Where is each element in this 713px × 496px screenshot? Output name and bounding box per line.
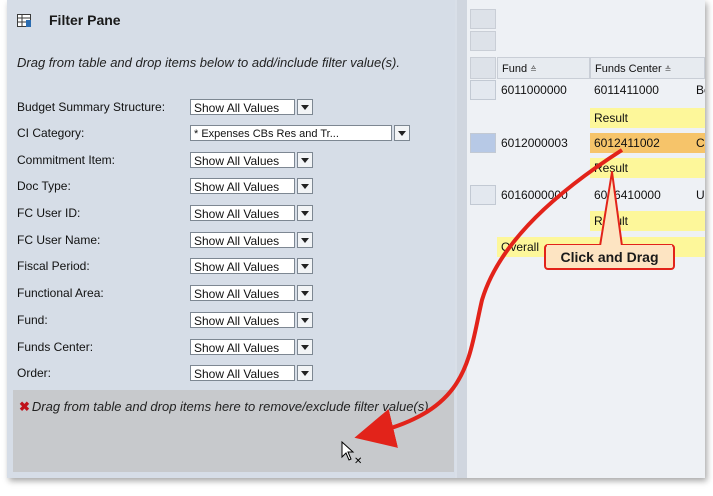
sort-icon[interactable]: ≙ xyxy=(665,65,672,74)
filter-dropdown-fc-user-name[interactable]: Show All Values xyxy=(190,232,313,248)
filter-dropdown-fiscal-period[interactable]: Show All Values xyxy=(190,258,313,274)
chevron-down-icon[interactable] xyxy=(297,365,313,381)
filter-row: Functional Area: Show All Values xyxy=(17,284,313,302)
chevron-down-icon[interactable] xyxy=(297,232,313,248)
chevron-down-icon[interactable] xyxy=(297,285,313,301)
results-table: Fund ≙ Funds Center ≙ 6011000000 6011411000… xyxy=(457,0,705,478)
filter-dropdown-doc-type[interactable]: Show All Values xyxy=(190,178,313,194)
filter-pane-title: Filter Pane xyxy=(49,12,121,28)
row-selector[interactable] xyxy=(470,185,496,205)
filter-label-fund: Fund: xyxy=(17,313,48,327)
column-header-fund-label: Fund xyxy=(502,63,528,75)
chevron-down-icon[interactable] xyxy=(297,339,313,355)
remove-filter-instruction: Drag from table and drop items here to r… xyxy=(31,399,433,414)
filter-dropdown-value[interactable]: Show All Values xyxy=(190,99,295,115)
filter-row: Commitment Item: Show All Values xyxy=(17,151,313,169)
chevron-down-icon[interactable] xyxy=(394,125,410,141)
cell-next-column[interactable]: Bo xyxy=(692,80,705,100)
pane-splitter[interactable] xyxy=(457,0,467,478)
svg-text:✕: ✕ xyxy=(354,456,362,466)
cell-next-column[interactable]: Co xyxy=(692,133,705,153)
cell-result[interactable]: Result xyxy=(590,158,705,178)
filter-dropdown-value[interactable]: Show All Values xyxy=(190,232,295,248)
filter-pane: Filter Pane Drag from table and drop ite… xyxy=(7,0,455,478)
filter-label-funds-center: Funds Center: xyxy=(17,340,94,354)
filter-dropdown-fund[interactable]: Show All Values xyxy=(190,312,313,328)
chevron-down-icon[interactable] xyxy=(297,205,313,221)
filter-label-budget-summary-structure: Budget Summary Structure: xyxy=(17,100,166,114)
click-and-drag-callout: Click and Drag xyxy=(544,244,675,270)
cell-result[interactable]: Result xyxy=(590,108,705,128)
filter-dropdown-value[interactable]: * Expenses CBs Res and Tr... xyxy=(190,125,392,141)
filter-row: FC User ID: Show All Values xyxy=(17,204,313,222)
drag-cursor-icon: ✕ xyxy=(340,440,366,471)
remove-filter-instruction-block: ✖ Drag from table and drop items here to … xyxy=(19,398,439,415)
filter-pane-header: Filter Pane xyxy=(17,12,121,28)
filter-dropdown-value[interactable]: Show All Values xyxy=(190,312,295,328)
header-stub xyxy=(470,31,496,51)
cell-result[interactable]: Result xyxy=(590,211,705,231)
chevron-down-icon[interactable] xyxy=(297,152,313,168)
filter-row: Order: Show All Values xyxy=(17,364,313,382)
filter-dropdown-value[interactable]: Show All Values xyxy=(190,339,295,355)
chevron-down-icon[interactable] xyxy=(297,312,313,328)
header-stub xyxy=(470,57,496,79)
chevron-down-icon[interactable] xyxy=(297,99,313,115)
filter-label-fiscal-period: Fiscal Period: xyxy=(17,259,90,273)
chevron-down-icon[interactable] xyxy=(297,258,313,274)
filter-pane-icon xyxy=(17,13,31,27)
filter-row: Fund: Show All Values xyxy=(17,311,313,329)
filter-dropdown-value[interactable]: Show All Values xyxy=(190,258,295,274)
filter-dropdown-value[interactable]: Show All Values xyxy=(190,285,295,301)
filter-row: Fiscal Period: Show All Values xyxy=(17,257,313,275)
filter-label-commitment-item: Commitment Item: xyxy=(17,153,116,167)
row-selector[interactable] xyxy=(470,133,496,153)
add-filter-instruction: Drag from table and drop items below to … xyxy=(17,55,400,70)
cell-fund[interactable]: 6011000000 xyxy=(497,80,590,100)
header-stub xyxy=(470,9,496,29)
remove-x-icon: ✖ xyxy=(19,399,30,414)
filter-dropdown-order[interactable]: Show All Values xyxy=(190,365,313,381)
row-selector[interactable] xyxy=(470,80,496,100)
filter-dropdown-fc-user-id[interactable]: Show All Values xyxy=(190,205,313,221)
filter-label-doc-type: Doc Type: xyxy=(17,179,71,193)
filter-row: Doc Type: Show All Values xyxy=(17,177,313,195)
cell-funds-center[interactable]: 6011411000 xyxy=(590,80,692,100)
filter-label-order: Order: xyxy=(17,366,52,380)
filter-label-functional-area: Functional Area: xyxy=(17,286,104,300)
filter-label-ci-category: CI Category: xyxy=(17,126,85,140)
filter-label-fc-user-id: FC User ID: xyxy=(17,206,81,220)
column-header-funds-center[interactable]: Funds Center ≙ xyxy=(590,57,705,79)
filter-dropdown-value[interactable]: Show All Values xyxy=(190,152,295,168)
chevron-down-icon[interactable] xyxy=(297,178,313,194)
cell-fund[interactable]: 6016000000 xyxy=(497,185,590,205)
filter-dropdown-value[interactable]: Show All Values xyxy=(190,178,295,194)
screenshot-frame: Filter Pane Drag from table and drop ite… xyxy=(7,0,705,478)
filter-dropdown-functional-area[interactable]: Show All Values xyxy=(190,285,313,301)
filter-dropdown-funds-center[interactable]: Show All Values xyxy=(190,339,313,355)
filter-row: CI Category: * Expenses CBs Res and Tr... xyxy=(17,124,410,142)
filter-dropdown-commitment-item[interactable]: Show All Values xyxy=(190,152,313,168)
filter-row: Funds Center: Show All Values xyxy=(17,338,313,356)
cell-funds-center[interactable]: 6016410000 xyxy=(590,185,692,205)
filter-dropdown-value[interactable]: Show All Values xyxy=(190,205,295,221)
cell-funds-center[interactable]: 6012411002 xyxy=(590,133,692,153)
column-header-funds-center-label: Funds Center xyxy=(595,63,662,75)
cell-next-column[interactable]: Un xyxy=(692,185,705,205)
cell-fund[interactable]: 6012000003 xyxy=(497,133,590,153)
sort-icon[interactable]: ≙ xyxy=(530,65,537,74)
column-header-fund[interactable]: Fund ≙ xyxy=(497,57,590,79)
filter-dropdown-budget-summary-structure[interactable]: Show All Values xyxy=(190,99,313,115)
filter-row: FC User Name: Show All Values xyxy=(17,231,313,249)
filter-dropdown-value[interactable]: Show All Values xyxy=(190,365,295,381)
filter-row: Budget Summary Structure: Show All Values xyxy=(17,98,313,116)
filter-label-fc-user-name: FC User Name: xyxy=(17,233,101,247)
filter-dropdown-ci-category[interactable]: * Expenses CBs Res and Tr... xyxy=(190,125,410,141)
remove-filter-drop-zone[interactable]: ✖ Drag from table and drop items here to … xyxy=(13,390,454,472)
